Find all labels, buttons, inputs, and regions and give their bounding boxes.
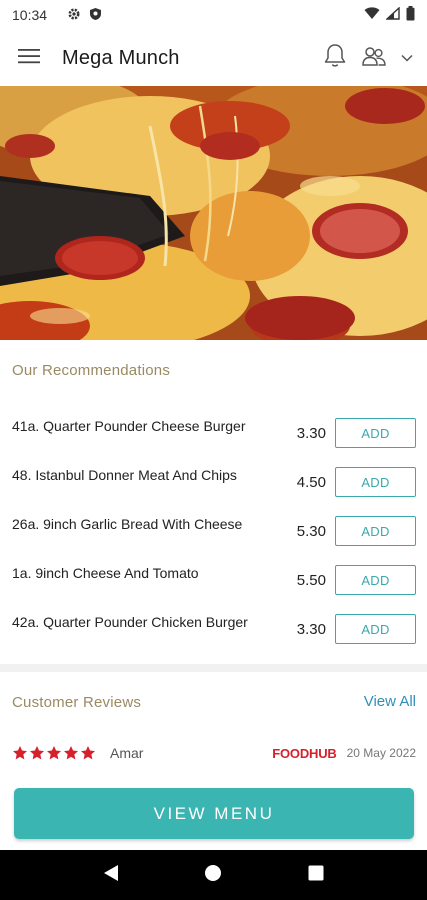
star-icon bbox=[47, 746, 61, 760]
list-item: 26a. 9inch Garlic Bread With Cheese 5.30… bbox=[0, 508, 427, 557]
list-item: 48. Istanbul Donner Meat And Chips 4.50 … bbox=[0, 459, 427, 508]
gear-icon bbox=[67, 7, 81, 24]
star-icon bbox=[64, 746, 78, 760]
signal-icon bbox=[385, 6, 400, 23]
chevron-down-icon[interactable] bbox=[401, 49, 413, 67]
recommendations-list: 41a. Quarter Pounder Cheese Burger 3.30 … bbox=[0, 410, 427, 655]
star-rating bbox=[12, 745, 96, 761]
star-icon bbox=[13, 746, 27, 760]
reviewer-name: Amar bbox=[110, 745, 144, 761]
view-all-link[interactable]: View All bbox=[364, 693, 416, 710]
hero-image bbox=[0, 86, 427, 340]
page-title: Mega Munch bbox=[62, 46, 180, 69]
menu-icon[interactable] bbox=[18, 48, 40, 69]
item-price: 4.50 bbox=[296, 474, 326, 491]
back-icon[interactable] bbox=[103, 864, 119, 887]
battery-icon bbox=[406, 6, 415, 24]
users-icon[interactable] bbox=[361, 45, 387, 72]
star-icon bbox=[30, 746, 44, 760]
status-time: 10:34 bbox=[12, 7, 48, 23]
list-item: 41a. Quarter Pounder Cheese Burger 3.30 … bbox=[0, 410, 427, 459]
app-bar: Mega Munch bbox=[0, 30, 427, 86]
item-name: 42a. Quarter Pounder Chicken Burger bbox=[12, 614, 248, 630]
add-button[interactable]: ADD bbox=[335, 614, 416, 644]
wifi-icon bbox=[364, 7, 380, 23]
review-date: 20 May 2022 bbox=[346, 746, 416, 760]
item-price: 5.50 bbox=[296, 572, 326, 589]
bell-icon[interactable] bbox=[323, 43, 347, 74]
shield-icon bbox=[89, 7, 102, 24]
item-name: 41a. Quarter Pounder Cheese Burger bbox=[12, 418, 246, 434]
item-price: 3.30 bbox=[296, 425, 326, 442]
home-icon[interactable] bbox=[204, 864, 222, 887]
add-button[interactable]: ADD bbox=[335, 467, 416, 497]
recommendations-title: Our Recommendations bbox=[12, 362, 171, 379]
item-name: 1a. 9inch Cheese And Tomato bbox=[12, 565, 199, 581]
view-menu-button[interactable]: VIEW MENU bbox=[14, 788, 414, 839]
item-price: 3.30 bbox=[296, 621, 326, 638]
recents-icon[interactable] bbox=[308, 865, 324, 886]
item-name: 48. Istanbul Donner Meat And Chips bbox=[12, 467, 237, 483]
add-button[interactable]: ADD bbox=[335, 565, 416, 595]
reviews-title: Customer Reviews bbox=[12, 694, 142, 711]
add-button[interactable]: ADD bbox=[335, 516, 416, 546]
review-item: Amar FOODHUB 20 May 2022 bbox=[12, 740, 416, 766]
list-item: 1a. 9inch Cheese And Tomato 5.50 ADD bbox=[0, 557, 427, 606]
add-button[interactable]: ADD bbox=[335, 418, 416, 448]
system-nav-bar bbox=[0, 850, 427, 900]
section-divider bbox=[0, 664, 427, 672]
item-name: 26a. 9inch Garlic Bread With Cheese bbox=[12, 516, 243, 532]
status-bar: 10:34 bbox=[0, 0, 427, 30]
review-source-logo: FOODHUB bbox=[272, 745, 337, 761]
list-item: 42a. Quarter Pounder Chicken Burger 3.30… bbox=[0, 606, 427, 655]
star-icon bbox=[81, 746, 95, 760]
item-price: 5.30 bbox=[296, 523, 326, 540]
